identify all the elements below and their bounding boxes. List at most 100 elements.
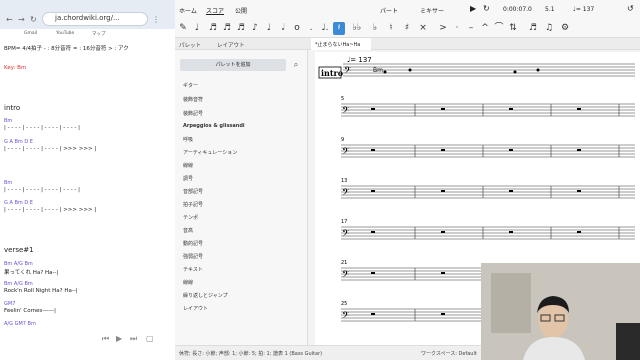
marcato-icon[interactable]: ^ (479, 22, 491, 35)
position-display: 5.1 (545, 6, 555, 13)
double-dot-icon[interactable]: ♩. (319, 22, 331, 35)
palette-panel: パレットを追加 ⌕ ギター 装飾音符 装飾記号 Arpeggios & glis… (175, 50, 308, 345)
section-title: verse#1 (4, 246, 34, 254)
accent-icon[interactable]: > (437, 22, 449, 35)
voice-icon[interactable]: ♫ (543, 22, 555, 35)
tab-palettes[interactable]: パレット (179, 41, 201, 49)
bass-clef-icon: 𝄢 (342, 187, 349, 200)
quarter-note-icon[interactable]: ♩ (263, 22, 275, 35)
sixteenth-note-icon[interactable]: ♬ (235, 22, 247, 35)
whole-rest (441, 108, 445, 110)
section-title: intro (4, 104, 21, 112)
tie-icon[interactable]: ⌒ (493, 22, 505, 35)
palette-item[interactable]: 音高 (183, 227, 193, 234)
flat-icon[interactable]: ♭ (369, 22, 381, 35)
palette-item[interactable]: 呼吸 (183, 136, 193, 143)
whole-rest (371, 272, 375, 274)
workspace-label[interactable]: ワークスペース: Default (421, 350, 477, 357)
parts-button[interactable]: パート (380, 6, 398, 15)
measure-number: 9 (341, 137, 344, 143)
prev-icon[interactable]: ⏮ (102, 334, 109, 344)
sharp-icon[interactable]: ♯ (401, 22, 413, 35)
double-flat-icon[interactable]: ♭♭ (351, 22, 363, 35)
palette-item[interactable]: 線線 (183, 279, 193, 286)
whole-rest (371, 149, 375, 151)
whole-rest (509, 108, 513, 110)
palette-item[interactable]: 調号 (183, 175, 193, 182)
reload-icon[interactable]: ↻ (30, 15, 37, 24)
thirtysecond-note-icon[interactable]: ♬ (221, 22, 233, 35)
palette-item[interactable]: 強弱記号 (183, 253, 203, 260)
tenuto-icon[interactable]: – (465, 22, 477, 35)
palette-item[interactable]: 装飾音符 (183, 96, 203, 103)
whole-rest (371, 108, 375, 110)
menu-home[interactable]: ホーム (179, 6, 197, 15)
palette-item[interactable]: レイアウト (183, 305, 208, 312)
settings-icon[interactable]: ⚙ (559, 22, 571, 35)
browser-toolbar: ← → ↻ ja.chordwiki.org/... ⋮ (0, 0, 175, 30)
whole-note-icon[interactable]: o (291, 22, 303, 35)
palette-item[interactable]: 音部記号 (183, 188, 203, 195)
chord-line: Bm (4, 180, 13, 186)
sixtyfourth-note-icon[interactable]: ♬ (207, 22, 219, 35)
palette-item[interactable]: 繰り返しとジャンプ (183, 292, 228, 299)
note-head (383, 70, 387, 74)
page-header-line: BPM= 4/4拍子 - : 8分音符 = : 16分音符 > : アク (4, 46, 129, 52)
palette-item[interactable]: 動的記号 (183, 240, 203, 247)
palette-item[interactable]: 装飾記号 (183, 110, 203, 117)
palette-item[interactable]: アーティキュレーション (183, 149, 237, 156)
bookmark-youtube[interactable]: YouTube (56, 31, 74, 36)
note-input-toolbar: ✎ ♩ ♬ ♬ ♬ ♪ ♩ 𝅗𝅥 o . ♩. 𝄽 ♭♭ ♭ ♮ ♯ × > ·… (175, 20, 640, 38)
back-icon[interactable]: ← (6, 15, 13, 24)
dot-icon[interactable]: . (305, 22, 317, 35)
palette-item[interactable]: テンポ (183, 214, 198, 221)
tab-layout[interactable]: レイアウト (217, 41, 245, 49)
top-menu: ホーム スコア 公開 パート ミキサー ▶ ↻ 0:00:07.0 5.1 ♩=… (175, 0, 640, 20)
loop-icon[interactable]: ↻ (483, 4, 490, 13)
palette-item[interactable]: 線線 (183, 162, 193, 169)
undo-icon[interactable]: ↺ (627, 4, 634, 13)
next-icon[interactable]: ⏭ (130, 334, 137, 344)
pen-icon[interactable]: ✎ (177, 22, 189, 35)
lyric-line: 果ってくれ Ha? Ha--| (4, 270, 59, 276)
note-input-icon[interactable]: ♩ (191, 22, 203, 35)
extensions-icon[interactable]: ⋮ (152, 15, 160, 24)
selection-status: 休符; 長さ: 小節; 声部: 1; 小節: 5; 拍: 1; 譜表 1 (Ba… (179, 351, 323, 357)
forward-icon[interactable]: → (18, 15, 25, 24)
menu-score[interactable]: スコア (206, 6, 224, 15)
staccato-icon[interactable]: · (451, 22, 463, 35)
url-text: ja.chordwiki.org/... (55, 14, 120, 22)
measure-number: 17 (341, 219, 347, 225)
double-sharp-icon[interactable]: × (417, 22, 429, 35)
chord-line: G A Bm D E (4, 200, 33, 206)
chord-line: G A Bm D E (4, 139, 33, 145)
play-icon[interactable]: ▶ (116, 334, 122, 343)
palette-item[interactable]: テキスト (183, 266, 203, 273)
whole-rest (509, 149, 513, 151)
add-palette-button[interactable]: パレットを追加 (180, 59, 286, 71)
lyric-line: Feelin' Comes------| (4, 308, 57, 314)
mixer-button[interactable]: ミキサー (420, 6, 444, 15)
flip-icon[interactable]: ⇅ (507, 22, 519, 35)
bass-clef-icon: 𝄢 (342, 105, 349, 118)
score-tab[interactable]: *止まらないHa~Ha (311, 38, 371, 50)
staff-1 (343, 63, 635, 77)
play-icon[interactable]: ▶ (470, 4, 476, 13)
palette-item[interactable]: ギター (183, 82, 198, 89)
rehearsal-mark: intro (321, 68, 344, 78)
whole-rest (577, 108, 581, 110)
search-icon[interactable]: ⌕ (289, 59, 303, 71)
chord-line: Bm A/G Bm (4, 261, 33, 267)
rest-icon[interactable]: 𝄽 (333, 22, 345, 35)
natural-icon[interactable]: ♮ (385, 22, 397, 35)
webcam-person (481, 263, 640, 360)
palette-item[interactable]: Arpeggios & glissandi (183, 123, 245, 129)
bookmark-gmail[interactable]: Gmail (24, 31, 37, 36)
menu-publish[interactable]: 公開 (235, 6, 247, 15)
pip-icon[interactable]: ▢ (146, 334, 154, 343)
bookmark-maps[interactable]: マップ (92, 31, 106, 37)
palette-item[interactable]: 拍子記号 (183, 201, 203, 208)
tuplet-icon[interactable]: ♬ (527, 22, 539, 35)
eighth-note-icon[interactable]: ♪ (249, 22, 261, 35)
half-note-icon[interactable]: 𝅗𝅥 (277, 22, 289, 35)
